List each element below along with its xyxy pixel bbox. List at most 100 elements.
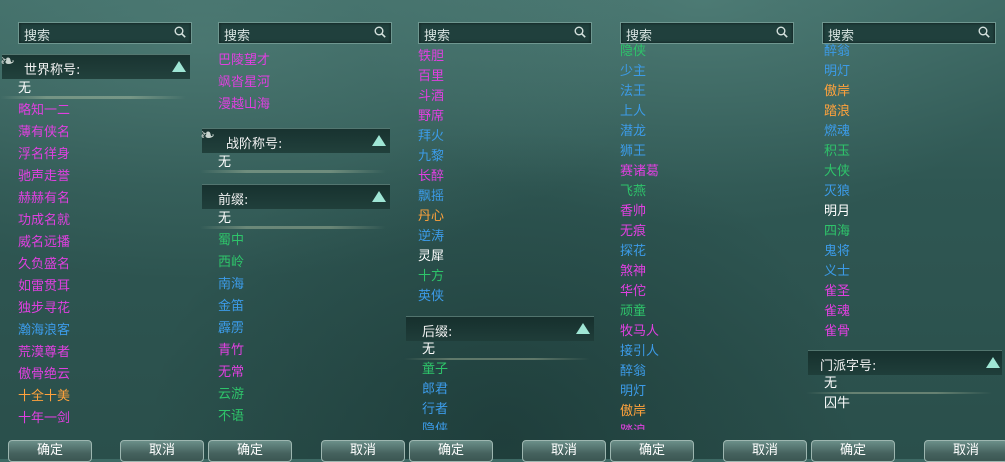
list-item[interactable]: 行者 xyxy=(404,400,590,420)
list-item[interactable]: 大侠 xyxy=(806,162,992,182)
list-item[interactable]: 拜火 xyxy=(400,127,586,147)
list-item[interactable]: 接引人 xyxy=(602,342,788,362)
list-item[interactable]: 探花 xyxy=(602,242,788,262)
list-item[interactable]: 潜龙 xyxy=(602,122,788,142)
list-item[interactable]: 踏浪 xyxy=(602,422,788,430)
list-item[interactable]: 灭狼 xyxy=(806,182,992,202)
collapse-arrow-icon[interactable] xyxy=(372,135,386,146)
list-item[interactable]: 浮名徉身 xyxy=(0,144,186,166)
list-item[interactable]: 逆涛 xyxy=(400,227,586,247)
list-item[interactable]: 薄有侠名 xyxy=(0,122,186,144)
list-item[interactable]: 傲岸 xyxy=(602,402,788,422)
list-item[interactable]: 斗酒 xyxy=(400,87,586,107)
list-item[interactable]: 香帅 xyxy=(602,202,788,222)
list-item[interactable]: 独步寻花 xyxy=(0,298,186,320)
list-item[interactable]: 云游 xyxy=(200,384,386,406)
collapse-arrow-icon[interactable] xyxy=(576,323,590,334)
search-input[interactable]: 搜索 xyxy=(18,22,192,44)
section-header-suffix[interactable]: 后缀: xyxy=(406,316,594,341)
list-item[interactable]: 隐侠 xyxy=(404,420,590,430)
list-item[interactable]: 丹心 xyxy=(400,207,586,227)
search-icon[interactable] xyxy=(374,26,386,38)
list-item[interactable]: 蜀中 xyxy=(200,230,386,252)
list-item[interactable]: 飒沓星河 xyxy=(200,72,386,94)
list-item-selected[interactable]: 无 xyxy=(0,78,186,100)
list-item[interactable]: 威名远播 xyxy=(0,232,186,254)
list-item[interactable]: 十年一剑 xyxy=(0,408,186,430)
list-item[interactable]: 少主 xyxy=(602,62,788,82)
list-item[interactable]: 无痕 xyxy=(602,222,788,242)
list-item[interactable]: 踏浪 xyxy=(806,102,992,122)
collapse-arrow-icon[interactable] xyxy=(986,357,1000,368)
list-item[interactable]: 华佗 xyxy=(602,282,788,302)
list-item[interactable]: 明灯 xyxy=(806,62,992,82)
collapse-arrow-icon[interactable] xyxy=(372,191,386,202)
list-item[interactable]: 十全十美 xyxy=(0,386,186,408)
list-item[interactable]: 九黎 xyxy=(400,147,586,167)
section-header-prefix[interactable]: 前缀: xyxy=(202,184,390,209)
list-item[interactable]: 明月 xyxy=(806,202,992,222)
search-icon[interactable] xyxy=(978,26,990,38)
list-item[interactable]: 灵犀 xyxy=(400,247,586,267)
list-item[interactable]: 铁胆 xyxy=(400,47,586,67)
list-item[interactable]: 霹雳 xyxy=(200,318,386,340)
list-item[interactable]: 巴陵望才 xyxy=(200,50,386,72)
list-item[interactable]: 醉翁 xyxy=(602,362,788,382)
list-item[interactable]: 长醉 xyxy=(400,167,586,187)
list-item[interactable]: 醉翁 xyxy=(806,42,992,62)
list-item[interactable]: 鬼将 xyxy=(806,242,992,262)
list-item[interactable]: 飘摇 xyxy=(400,187,586,207)
list-item[interactable]: 飞燕 xyxy=(602,182,788,202)
list-item[interactable]: 顽童 xyxy=(602,302,788,322)
list-item[interactable]: 西岭 xyxy=(200,252,386,274)
list-item[interactable]: 漫越山海 xyxy=(200,94,386,116)
list-item[interactable]: 金笛 xyxy=(200,296,386,318)
list-item-selected[interactable]: 无 xyxy=(200,208,386,230)
list-item[interactable]: 明灯 xyxy=(602,382,788,402)
list-item[interactable]: 积玉 xyxy=(806,142,992,162)
search-input[interactable]: 搜索 xyxy=(822,22,996,44)
list-item[interactable]: 赛诸葛 xyxy=(602,162,788,182)
list-item[interactable]: 囚牛 xyxy=(806,394,992,414)
list-item[interactable]: 傲骨绝云 xyxy=(0,364,186,386)
list-item[interactable]: 驰声走誉 xyxy=(0,166,186,188)
list-item[interactable]: 荒漠尊者 xyxy=(0,342,186,364)
section-header-rank-title[interactable]: ❧ 战阶称号: xyxy=(200,127,390,153)
search-icon[interactable] xyxy=(174,26,186,38)
list-item[interactable]: 冲云 xyxy=(200,428,386,430)
list-item[interactable]: 野席 xyxy=(400,107,586,127)
list-item[interactable]: 瀚海浪客 xyxy=(0,320,186,342)
list-item[interactable]: 狮王 xyxy=(602,142,788,162)
list-item[interactable]: 百里 xyxy=(400,67,586,87)
list-item[interactable]: 隐侠 xyxy=(602,42,788,62)
search-input[interactable]: 搜索 xyxy=(218,22,392,44)
list-item[interactable]: 牧马人 xyxy=(602,322,788,342)
search-input[interactable]: 搜索 xyxy=(620,22,794,44)
list-item[interactable]: 上人 xyxy=(602,102,788,122)
section-header-sect-title[interactable]: 门派字号: xyxy=(808,350,1002,375)
list-item[interactable]: 雀魂 xyxy=(806,302,992,322)
list-item[interactable]: 南海 xyxy=(200,274,386,296)
list-item[interactable]: 无常 xyxy=(200,362,386,384)
list-item[interactable]: 郎君 xyxy=(404,380,590,400)
list-item[interactable]: 四海 xyxy=(806,222,992,242)
list-item[interactable]: 童子 xyxy=(404,360,590,380)
list-item[interactable]: 青竹 xyxy=(200,340,386,362)
list-item[interactable]: 煞神 xyxy=(602,262,788,282)
list-item[interactable]: 义士 xyxy=(806,262,992,282)
list-item[interactable]: 如雷贯耳 xyxy=(0,276,186,298)
list-item[interactable]: 不语 xyxy=(200,406,386,428)
list-item[interactable]: 傲岸 xyxy=(806,82,992,102)
list-item-selected[interactable]: 无 xyxy=(404,340,590,360)
section-header-world-title[interactable]: ❧ 世界称号: xyxy=(0,53,190,79)
search-icon[interactable] xyxy=(574,26,586,38)
list-item[interactable]: 英侠 xyxy=(400,287,586,307)
list-item-selected[interactable]: 无 xyxy=(806,374,992,394)
list-item[interactable]: 雀圣 xyxy=(806,282,992,302)
list-item[interactable]: 略知一二 xyxy=(0,100,186,122)
list-item[interactable]: 赫赫有名 xyxy=(0,188,186,210)
list-item[interactable]: 法王 xyxy=(602,82,788,102)
list-item[interactable]: 雀骨 xyxy=(806,322,992,342)
search-input[interactable]: 搜索 xyxy=(418,22,592,44)
search-icon[interactable] xyxy=(776,26,788,38)
